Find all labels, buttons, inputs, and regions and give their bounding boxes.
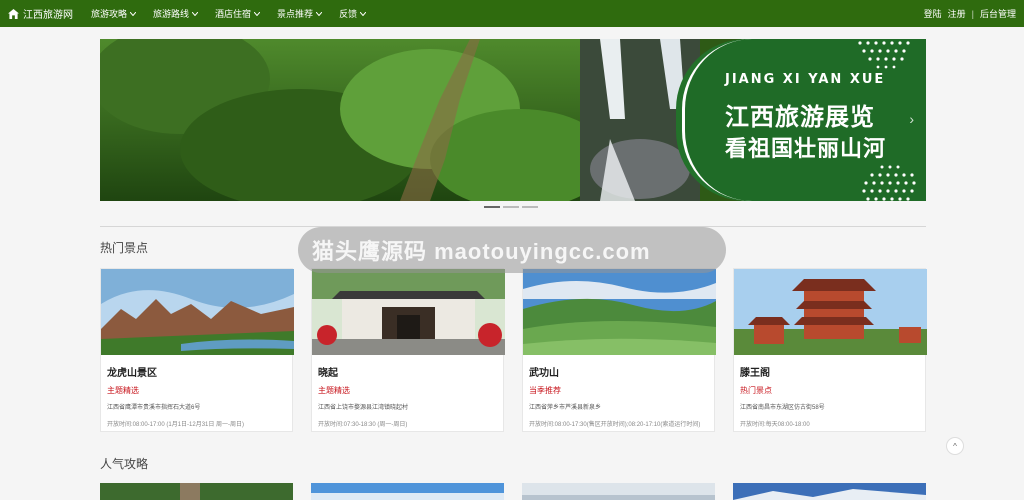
admin-link[interactable]: 后台管理 (980, 7, 1016, 20)
banner-title-line1: 江西旅游展览 (725, 104, 875, 131)
hot-spots-heading: 热门景点 (100, 241, 149, 255)
nav-item-label: 旅游路线 (153, 9, 190, 19)
site-brand[interactable]: 江西旅游网 (8, 6, 73, 21)
watermark-overlay: 猫头鹰源码 maotouyingcc.com (298, 227, 726, 273)
attraction-name: 滕王阁 (740, 368, 770, 379)
attraction-name: 晓起 (318, 368, 338, 379)
chevron-down-icon (360, 11, 367, 16)
nav-separator: | (971, 8, 974, 19)
login-link[interactable]: 登陆 (924, 7, 942, 20)
site-name: 江西旅游网 (23, 10, 73, 21)
home-icon (8, 8, 19, 19)
chevron-down-icon (254, 11, 261, 16)
banner-title-line2: 看祖国壮丽山河 (725, 136, 887, 161)
attraction-card[interactable]: 晓起 主题精选 江西省上饶市婺源县江湾镇晓起村 开放时间:07:30-18:30… (311, 268, 505, 432)
nav-item-label: 旅游攻略 (91, 9, 128, 19)
attraction-tag: 当季推荐 (529, 386, 561, 395)
banner-dot[interactable] (522, 206, 538, 208)
attraction-hours: 开放时间:每天08:00-18:00 (740, 422, 810, 428)
attraction-tag: 热门景点 (740, 386, 772, 395)
chevron-down-icon (192, 11, 199, 16)
chevron-down-icon (316, 11, 323, 16)
guide-thumbnail[interactable] (522, 483, 715, 500)
guide-thumbnail[interactable] (100, 483, 293, 500)
attraction-photo (734, 269, 927, 355)
user-links: 登陆 注册 | 后台管理 (924, 7, 1016, 20)
banner-pagination (484, 206, 538, 208)
top-navbar: 江西旅游网 旅游攻略 旅游路线 酒店住宿 景点推荐 反馈 登陆 注册 | 后台管… (0, 0, 1024, 27)
banner-promo-inner: JIANG XI YAN XUE 江西旅游展览 看祖国壮丽山河 (682, 39, 926, 201)
guide-thumbnail[interactable] (311, 483, 504, 500)
chevron-down-icon (130, 11, 137, 16)
nav-item-label: 反馈 (339, 9, 358, 19)
attraction-card[interactable]: 武功山 当季推荐 江西省萍乡市芦溪县新泉乡 开放时间:08:00-17:30(售… (522, 268, 716, 432)
attraction-address: 江西省南昌市东湖区仿古街58号 (740, 405, 825, 411)
nav-item-hotels[interactable]: 酒店住宿 (215, 7, 261, 20)
dot-pattern-decoration (858, 41, 910, 69)
attraction-name: 武功山 (529, 368, 559, 379)
attraction-hours: 开放时间:07:30-18:30 (周一-周日) (318, 422, 408, 428)
attraction-name: 龙虎山景区 (107, 368, 157, 379)
attraction-photo (312, 269, 505, 355)
attraction-address: 江西省萍乡市芦溪县新泉乡 (529, 405, 602, 411)
attraction-card[interactable]: 龙虎山景区 主题精选 江西省鹰潭市贵溪市指挥石大道6号 开放时间:08:00-1… (100, 268, 294, 432)
nav-item-attractions[interactable]: 景点推荐 (277, 7, 323, 20)
attraction-tag: 主题精选 (318, 386, 350, 395)
nav-item-travel-routes[interactable]: 旅游路线 (153, 7, 199, 20)
banner-subtitle: JIANG XI YAN XUE (725, 72, 886, 87)
nav-item-feedback[interactable]: 反馈 (339, 7, 367, 20)
popular-guides-heading: 人气攻略 (100, 457, 149, 471)
nav-item-label: 景点推荐 (277, 9, 314, 19)
attraction-address: 江西省上饶市婺源县江湾镇晓起村 (318, 405, 409, 411)
hero-banner[interactable]: JIANG XI YAN XUE 江西旅游展览 看祖国壮丽山河 › (100, 39, 926, 201)
attraction-tag: 主题精选 (107, 386, 139, 395)
dot-pattern-decoration (862, 165, 916, 201)
attraction-photo (101, 269, 294, 355)
attraction-hours: 开放时间:08:00-17:00 (1月1日-12月31日 周一-周日) (107, 422, 245, 428)
attraction-hours: 开放时间:08:00-17:30(售区开放时间);08:20-17:10(索道运… (529, 422, 701, 428)
attraction-address: 江西省鹰潭市贵溪市指挥石大道6号 (107, 405, 201, 411)
attraction-card[interactable]: 滕王阁 热门景点 江西省南昌市东湖区仿古街58号 开放时间:每天08:00-18… (733, 268, 927, 432)
attraction-photo (523, 269, 716, 355)
banner-landscape-image (100, 39, 700, 201)
guide-thumbnail[interactable] (733, 483, 926, 500)
nav-item-label: 酒店住宿 (215, 9, 252, 19)
banner-dot[interactable] (503, 206, 519, 208)
banner-dot[interactable] (484, 206, 500, 208)
back-to-top-button[interactable]: ^ (946, 437, 964, 455)
guide-thumbnail-row (100, 483, 926, 500)
banner-next-arrow[interactable]: › (909, 111, 914, 127)
banner-promo-panel: JIANG XI YAN XUE 江西旅游展览 看祖国壮丽山河 (676, 39, 926, 201)
nav-item-travel-guides[interactable]: 旅游攻略 (91, 7, 137, 20)
attraction-card-list: 龙虎山景区 主题精选 江西省鹰潭市贵溪市指挥石大道6号 开放时间:08:00-1… (100, 268, 927, 432)
register-link[interactable]: 注册 (948, 7, 966, 20)
